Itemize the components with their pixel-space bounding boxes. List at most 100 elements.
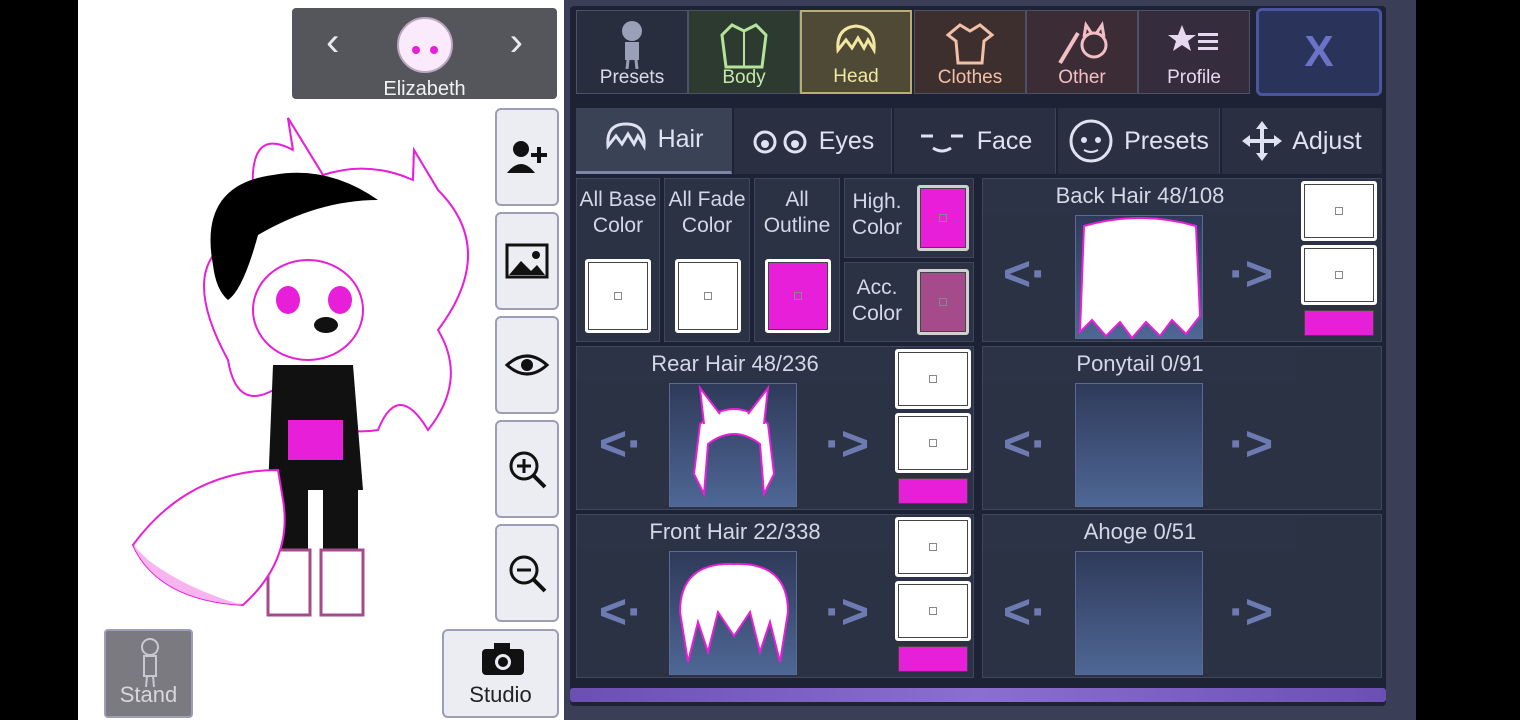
back-hair-color-1[interactable] — [1301, 181, 1377, 241]
stand-label: Stand — [119, 682, 178, 707]
subtab-adjust[interactable]: Adjust — [1222, 108, 1382, 174]
rear-hair-color-3[interactable] — [895, 475, 971, 507]
bottom-scroll-bar — [570, 688, 1386, 702]
move-icon — [1242, 121, 1283, 161]
next-character-button[interactable]: › — [510, 22, 523, 62]
camera-icon — [482, 643, 524, 675]
stand-button[interactable]: Stand — [104, 629, 193, 718]
tab-other-label: Other — [1058, 67, 1106, 88]
subtab-presets[interactable]: Presets — [1058, 108, 1220, 174]
ahoge-title: Ahoge 0/51 — [983, 515, 1297, 549]
face-preset-icon — [1069, 119, 1113, 163]
ahoge-preview[interactable] — [1075, 551, 1203, 675]
add-user-icon — [507, 141, 547, 173]
tab-clothes-label: Clothes — [937, 67, 1003, 88]
shirt-icon — [945, 23, 995, 65]
back-hair-color-3[interactable] — [1301, 307, 1377, 339]
front-hair-color-3[interactable] — [895, 643, 971, 675]
tab-clothes[interactable]: Clothes — [914, 10, 1026, 94]
hair-icon — [836, 24, 876, 55]
acc-color-label: Acc. Color — [851, 276, 903, 325]
back-hair-preview[interactable] — [1075, 215, 1203, 340]
subtab-eyes[interactable]: Eyes — [734, 108, 892, 174]
add-character-button[interactable] — [495, 108, 559, 206]
back-hair-color-2[interactable] — [1301, 245, 1377, 305]
subtab-face[interactable]: Face — [894, 108, 1056, 174]
subtab-hair[interactable]: Hair — [576, 108, 732, 174]
rear-hair-title: Rear Hair 48/236 — [577, 347, 893, 381]
tab-profile[interactable]: Profile — [1138, 10, 1250, 94]
ponytail-prev-button[interactable]: <· — [1003, 421, 1047, 469]
studio-button[interactable]: Studio — [442, 629, 559, 718]
hair-icon — [605, 121, 646, 151]
background-button[interactable] — [495, 212, 559, 310]
prev-character-button[interactable]: ‹ — [326, 22, 339, 62]
star-list-icon — [1168, 25, 1218, 51]
back-hair-image — [1078, 217, 1202, 340]
zoom-in-button[interactable] — [495, 420, 559, 518]
visibility-button[interactable] — [495, 316, 559, 414]
front-hair-prev-button[interactable]: <· — [599, 589, 643, 637]
back-hair-next-button[interactable]: ·> — [1229, 251, 1273, 299]
zoom-out-button[interactable] — [495, 524, 559, 622]
rear-hair-prev-button[interactable]: <· — [599, 421, 643, 469]
rear-hair-color-1[interactable] — [895, 349, 971, 409]
rear-hair-next-button[interactable]: ·> — [825, 421, 869, 469]
high-color-swatch[interactable] — [917, 185, 969, 251]
all-base-color-swatch[interactable] — [585, 259, 651, 333]
all-outline-option[interactable]: All Outline — [754, 178, 840, 342]
rear-hair-image — [692, 384, 776, 498]
jacket-icon — [720, 23, 768, 69]
character-preview — [131, 117, 469, 617]
ponytail-slot: Ponytail 0/91 <· ·> — [982, 346, 1382, 510]
tab-presets[interactable]: Presets — [576, 10, 688, 94]
zoom-out-icon — [509, 555, 547, 593]
high-color-label: High. Color — [851, 190, 903, 239]
ponytail-title: Ponytail 0/91 — [983, 347, 1297, 381]
tab-body[interactable]: Body — [688, 10, 800, 94]
rear-hair-color-2[interactable] — [895, 413, 971, 473]
studio-label: Studio — [469, 682, 532, 707]
ahoge-slot: Ahoge 0/51 <· ·> — [982, 514, 1382, 678]
mannequin-icon — [141, 638, 159, 687]
character-name: Elizabeth — [383, 78, 466, 100]
character-avatar[interactable] — [396, 16, 454, 74]
back-hair-slot: Back Hair 48/108 <· ·> — [982, 178, 1382, 342]
eye-icon — [504, 354, 550, 376]
ponytail-next-button[interactable]: ·> — [1229, 421, 1273, 469]
subtab-eyes-label: Eyes — [818, 126, 875, 155]
all-fade-color-option[interactable]: All Fade Color — [664, 178, 750, 342]
front-hair-image — [678, 562, 790, 663]
close-button[interactable]: X — [1256, 8, 1382, 96]
subtab-face-label: Face — [976, 126, 1033, 155]
high-color-option[interactable]: High. Color — [844, 178, 974, 258]
front-hair-color-1[interactable] — [895, 517, 971, 577]
tab-head[interactable]: Head — [800, 10, 912, 94]
back-hair-prev-button[interactable]: <· — [1003, 251, 1047, 299]
all-outline-label: All Outline — [763, 188, 831, 237]
subtab-adjust-label: Adjust — [1292, 126, 1362, 155]
back-hair-title: Back Hair 48/108 — [983, 179, 1297, 213]
acc-color-swatch[interactable] — [917, 269, 969, 335]
mannequin-icon — [622, 21, 642, 69]
ahoge-next-button[interactable]: ·> — [1229, 589, 1273, 637]
eyes-icon — [753, 130, 807, 154]
zoom-in-icon — [509, 451, 547, 489]
tab-head-label: Head — [833, 66, 879, 87]
front-hair-color-2[interactable] — [895, 581, 971, 641]
character-stage[interactable] — [78, 0, 564, 720]
all-fade-color-swatch[interactable] — [675, 259, 741, 333]
ponytail-preview[interactable] — [1075, 383, 1203, 507]
front-hair-preview[interactable] — [669, 551, 797, 675]
tab-other[interactable]: Other — [1026, 10, 1138, 94]
image-icon — [505, 243, 549, 279]
rear-hair-preview[interactable] — [669, 383, 797, 507]
all-outline-swatch[interactable] — [765, 259, 831, 333]
acc-color-option[interactable]: Acc. Color — [844, 262, 974, 342]
face-icon — [920, 134, 963, 153]
ahoge-prev-button[interactable]: <· — [1003, 589, 1047, 637]
front-hair-next-button[interactable]: ·> — [825, 589, 869, 637]
all-base-color-option[interactable]: All Base Color — [576, 178, 660, 342]
all-base-color-label: All Base Color — [579, 188, 657, 237]
character-selector: ‹ › Elizabeth — [292, 8, 557, 100]
